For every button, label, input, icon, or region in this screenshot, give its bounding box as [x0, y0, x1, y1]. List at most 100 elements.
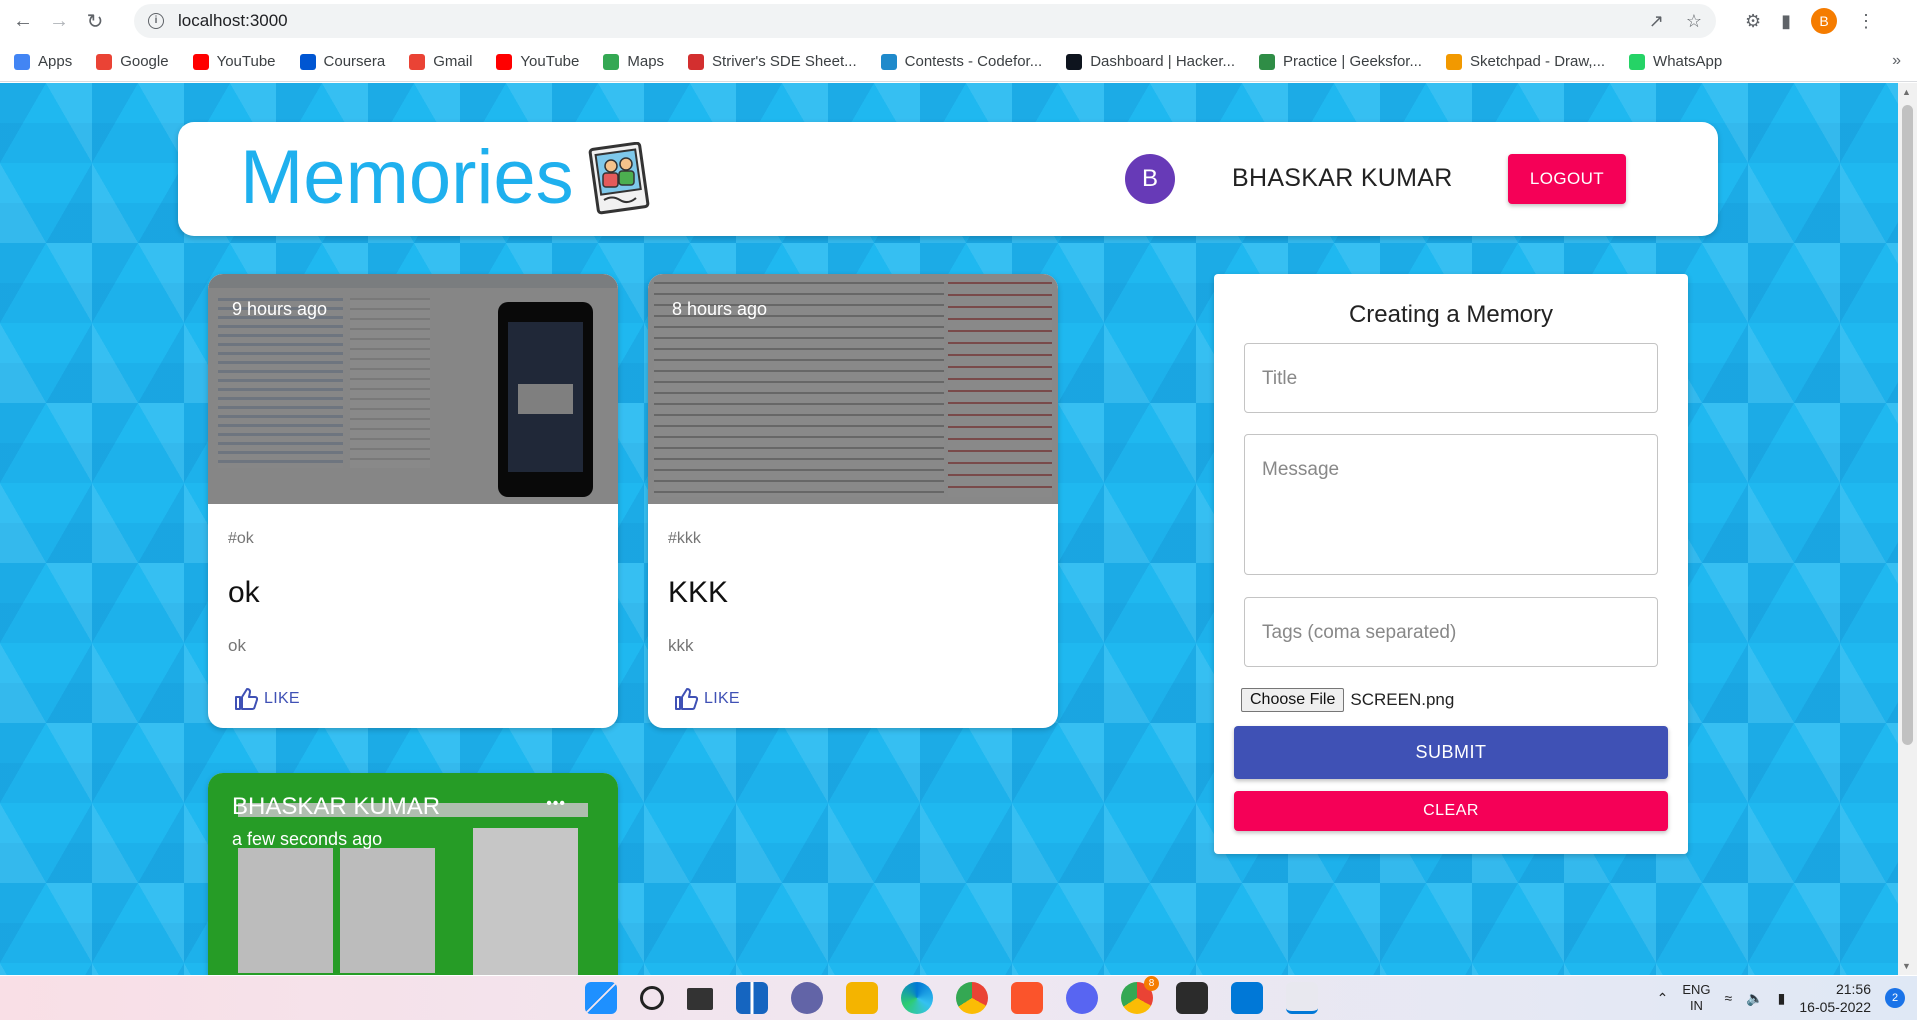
form-title: Creating a Memory	[1348, 301, 1554, 328]
whatsapp-icon	[1629, 53, 1646, 70]
post-creator: BHASKAR KUMAR	[232, 793, 441, 820]
post-title: ok	[228, 576, 260, 609]
profile-avatar[interactable]: B	[1811, 8, 1837, 34]
message-placeholder: Message	[1262, 459, 1340, 480]
app-title[interactable]: Memories	[240, 134, 574, 221]
tray-overflow-icon[interactable]: ⌃	[1657, 990, 1669, 1007]
wifi-icon[interactable]: ≈	[1725, 990, 1733, 1006]
bookmark-label: Striver's SDE Sheet...	[712, 53, 857, 70]
start-icon[interactable]	[585, 982, 617, 1014]
file-explorer-icon[interactable]	[846, 982, 878, 1014]
page-scrollbar[interactable]: ▲ ▼	[1898, 83, 1917, 975]
bookmark-star-icon[interactable]: ☆	[1686, 11, 1702, 32]
logout-button[interactable]: LOGOUT	[1508, 154, 1626, 204]
address-url[interactable]: localhost:3000	[178, 11, 288, 31]
bookmark-label: YouTube	[520, 53, 580, 70]
bookmark-item[interactable]: Dashboard | Hacker...	[1066, 53, 1235, 70]
thumb-up-icon	[675, 688, 698, 710]
tuf-icon	[688, 53, 705, 70]
battery-icon[interactable]: ▮	[1778, 990, 1786, 1007]
bookmark-label: Apps	[38, 53, 73, 70]
forward-icon[interactable]: →	[46, 8, 72, 34]
bookmarks-bar: Apps Google YouTube Coursera Gmail YouTube Map…	[0, 42, 1917, 82]
address-bar[interactable]: i localhost:3000 ↗ ☆	[134, 4, 1716, 38]
codeforces-icon	[880, 53, 897, 70]
like-button[interactable]: LIKE	[668, 688, 1038, 710]
choose-file-button[interactable]: Choose File	[1241, 688, 1345, 712]
user-avatar: B	[1125, 154, 1175, 204]
gmail-icon	[409, 53, 426, 70]
like-label: LIKE	[264, 690, 300, 707]
bookmark-item[interactable]: Contests - Codefor...	[880, 53, 1042, 70]
share-icon[interactable]: ↗	[1649, 11, 1664, 32]
bookmark-item[interactable]: Maps	[603, 53, 664, 70]
app-header: Memories B BHASKAR KUMAR LOGOUT	[178, 122, 1718, 236]
language-label: ENG	[1682, 982, 1711, 997]
clock[interactable]: 21:56 16-05-2022	[1799, 980, 1871, 1016]
vscode-icon[interactable]	[1231, 982, 1263, 1014]
bookmark-item[interactable]: Sketchpad - Draw,...	[1445, 53, 1605, 70]
bookmark-item[interactable]: Practice | Geeksfor...	[1259, 53, 1422, 70]
post-time: a few seconds ago	[232, 829, 383, 849]
bookmark-item[interactable]: YouTube	[496, 53, 579, 70]
bookmark-label: Dashboard | Hacker...	[1090, 53, 1236, 70]
bookmark-item[interactable]: Coursera	[299, 53, 386, 70]
reload-icon[interactable]: ↻	[82, 8, 108, 34]
bookmark-label: Maps	[627, 53, 665, 70]
title-input[interactable]: Title	[1244, 343, 1658, 413]
bookmark-item[interactable]: Gmail	[409, 53, 472, 70]
teams-chat-icon[interactable]	[791, 982, 823, 1014]
notification-badge[interactable]: 2	[1885, 988, 1905, 1008]
scrollbar-thumb[interactable]	[1902, 105, 1913, 745]
volume-icon[interactable]: 🔈	[1746, 990, 1763, 1007]
language-indicator[interactable]: ENG IN	[1682, 982, 1710, 1014]
extensions-icon[interactable]: ⚙	[1745, 11, 1761, 32]
bookmark-item[interactable]: YouTube	[192, 53, 276, 70]
bookmark-label: Coursera	[323, 53, 386, 70]
bookmark-label: Google	[120, 53, 169, 70]
side-panel-icon[interactable]: ▮	[1781, 11, 1791, 32]
message-input[interactable]: Message	[1244, 434, 1658, 575]
tags-input[interactable]: Tags (coma separated)	[1244, 597, 1658, 667]
memories-logo-icon	[588, 142, 650, 215]
site-info-icon[interactable]: i	[148, 13, 164, 29]
widgets-icon[interactable]	[736, 982, 768, 1014]
like-button[interactable]: LIKE	[228, 688, 598, 710]
clock-date: 16-05-2022	[1799, 999, 1871, 1015]
submit-button[interactable]: SUBMIT	[1234, 726, 1668, 779]
chrome-menu-icon[interactable]: ⋮	[1857, 11, 1875, 32]
bookmark-label: Gmail	[433, 53, 473, 70]
bookmark-label: Practice | Geeksfor...	[1283, 53, 1422, 70]
user-name: BHASKAR KUMAR	[1232, 164, 1453, 192]
bookmark-item[interactable]: Apps	[14, 53, 72, 70]
scroll-down-icon[interactable]: ▼	[1902, 961, 1911, 971]
post-tags: #kkk	[668, 530, 701, 547]
terminal-icon[interactable]	[1176, 982, 1208, 1014]
title-placeholder: Title	[1262, 368, 1298, 389]
snipping-tool-icon[interactable]	[1286, 982, 1318, 1014]
post-tags: #ok	[228, 530, 254, 547]
chrome-icon[interactable]	[956, 982, 988, 1014]
chrome-profile-icon[interactable]: 8	[1121, 976, 1159, 1014]
more-options-icon[interactable]: •••	[546, 795, 566, 813]
post-message: ok	[228, 636, 246, 655]
clear-button[interactable]: CLEAR	[1234, 791, 1668, 831]
discord-icon[interactable]	[1066, 982, 1098, 1014]
brave-icon[interactable]	[1011, 982, 1043, 1014]
task-view-icon[interactable]	[687, 988, 713, 1010]
back-icon[interactable]: ←	[10, 8, 36, 34]
tags-placeholder: Tags (coma separated)	[1262, 622, 1457, 643]
bookmark-item[interactable]: Striver's SDE Sheet...	[688, 53, 857, 70]
maps-icon	[603, 53, 620, 70]
post-card: BHASKAR KUMAR a few seconds ago •••	[208, 773, 618, 975]
search-icon[interactable]	[640, 986, 664, 1010]
scroll-up-icon[interactable]: ▲	[1902, 87, 1911, 97]
more-bookmarks-icon[interactable]: »	[1892, 52, 1901, 70]
system-tray: ⌃ ENG IN ≈ 🔈 ▮ 21:56 16-05-2022 2	[1657, 976, 1905, 1020]
bookmark-item[interactable]: Google	[96, 53, 169, 70]
edge-icon[interactable]	[901, 982, 933, 1014]
region-label: IN	[1689, 998, 1703, 1013]
app-page: Memories B BHASKAR KUMAR LOGOUT 9 hours …	[0, 83, 1898, 975]
post-title: KKK	[668, 576, 729, 609]
bookmark-item[interactable]: WhatsApp	[1629, 53, 1722, 70]
